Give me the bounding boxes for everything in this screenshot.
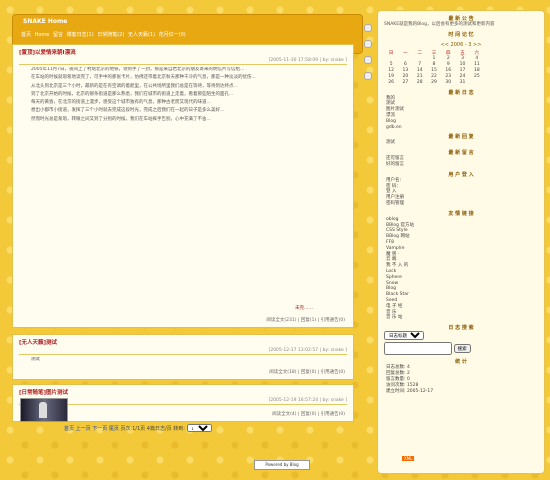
- search-type-select[interactable]: 日志标题: [384, 331, 424, 341]
- nav-item-notes[interactable]: 日常随笔(2): [97, 32, 124, 38]
- post-paragraph: 在车站的时候就匆匆地读完了，可手中的那张卡片，仿佛还带着北京秋天那种干冷的气息，…: [31, 75, 256, 81]
- blog-post: [无人天籁]测试 [2005-12-17 13:02:57 | by: snak…: [12, 334, 354, 380]
- post-paragraph: 到了北京开始的时候，北京的那条街道是那么熟悉，我们在城市的街道上走着，看着那些陌…: [31, 91, 234, 97]
- calendar-day: 27: [402, 80, 409, 86]
- nav-item-blog[interactable]: 博客日志(1): [67, 32, 94, 38]
- decorative-pins: [364, 24, 374, 88]
- pin-icon: [364, 72, 372, 80]
- sidebar: 最 新 公 告 SNAKE就是我的Blog，以后会有更多的测试和更新内容 时 间…: [377, 10, 545, 474]
- search-title: 日 志 搜 索: [448, 325, 474, 332]
- post-meta: [2005-12-17 13:02:57 | by: snake ]: [268, 348, 347, 353]
- user-login-list: 用户名： 密 码： 登 入 用户注册 密码管理: [378, 178, 544, 207]
- pager-prev[interactable]: 上一页: [76, 426, 91, 432]
- search-input[interactable]: [384, 342, 452, 356]
- main-nav: 首页 Home 留言 博客日志(1) 日常随笔(2) 无人天籁(1) 花月红一(…: [21, 31, 188, 38]
- figure-silhouette: [39, 402, 47, 418]
- post-paragraph: 从北头到北京是三个小时，最新的是在有空调的着舱里，在公共场所里我们总是在等待，等…: [31, 83, 238, 89]
- recent-comments-title: 最 新 回 复: [448, 134, 474, 141]
- recent-posts-title: 最 新 日 志: [448, 89, 474, 96]
- post-title[interactable]: [无人天籁]测试: [19, 338, 57, 346]
- links-title: 友 情 链 接: [448, 210, 474, 217]
- post-thumbnail-image[interactable]: [20, 398, 68, 422]
- post-body: 测试: [21, 357, 345, 365]
- friend-link[interactable]: 音 乐 站: [386, 315, 536, 321]
- calendar-day: 26: [388, 80, 394, 86]
- read-more-link[interactable]: 未完……: [295, 305, 313, 311]
- post-paragraph: 测试: [31, 357, 40, 362]
- search-form: 日志标题 搜索: [378, 331, 544, 356]
- xml-feed-badge[interactable]: XML: [402, 456, 415, 461]
- calendar-title: 时 间 记 忆: [448, 31, 474, 38]
- post-paragraph: 想出小都市小街道，发挥了三个小时就去完成这段时光，完成之后我们在一起的日子是多么…: [31, 108, 225, 114]
- site-title[interactable]: SNAKE Home: [23, 18, 67, 25]
- pager-next[interactable]: 下一页: [92, 426, 107, 432]
- post-title[interactable]: [置顶]以爱情来朝I漂流: [19, 48, 76, 56]
- pin-icon: [364, 56, 372, 64]
- calendar-day: [470, 80, 484, 86]
- post-body: 2005年11月7日，夜间上了村站北京的地铁，领到手了一封，那是来自岩北京的朋友…: [21, 67, 345, 301]
- post-meta: [2005-11-30 17:58:09 | by: snake ]: [268, 58, 347, 63]
- password-link[interactable]: 密码管理: [386, 201, 536, 207]
- nav-item-music[interactable]: 无人天籁(1): [128, 32, 155, 38]
- page-wrapper: SNAKE Home 首页 Home 留言 博客日志(1) 日常随笔(2) 无人…: [4, 4, 545, 476]
- announcement-text: SNAKE就是我的Blog，以后会有更多的测试和更新内容: [384, 22, 495, 27]
- announcement-title: 最 新 公 告: [448, 16, 474, 22]
- post-footer[interactable]: 阅读全文(18) | 回复(0) | 引用通告(0): [269, 369, 345, 375]
- post-meta: [2005-12-19 16:57:24 | by: snake ]: [268, 398, 347, 403]
- list-item[interactable]: gdb.en: [386, 125, 536, 131]
- stats-block: 日志总数: 4 回复总数: 2 留言数量: 0 访问次数: 1528 建立时间:…: [378, 365, 544, 395]
- pagination: 首页 上一页 下一页 尾页 页次:1/1页 4篇日志/页 转到: 1: [64, 424, 212, 432]
- calendar-day: 29: [431, 80, 437, 86]
- nav-item-other[interactable]: 花月红一(0): [159, 32, 186, 38]
- pager-info: 页次:1/1页 4篇日志/页 转到:: [120, 426, 185, 432]
- post-paragraph: 2005年11月7日，夜间上了村站北京的地铁，领到手了一封，那是来自岩北京的朋友…: [31, 67, 245, 72]
- nav-item-home-cn[interactable]: 首页: [21, 32, 31, 38]
- stat-created: 建立时间: 2005-12-17: [386, 389, 434, 395]
- post-image-container: [20, 398, 80, 424]
- pager-goto-select[interactable]: 1: [186, 424, 212, 432]
- pin-icon: [364, 24, 372, 32]
- recent-posts-list: 我的 测试 图片测试 漂流 Blog gdb.en: [378, 96, 544, 131]
- calendar-day: 30: [445, 80, 452, 86]
- guestbook-list: 还可留言 好的留言: [378, 156, 544, 168]
- calendar-month[interactable]: << 2006 - 3 >>: [378, 42, 544, 48]
- search-button[interactable]: 搜索: [453, 344, 471, 354]
- nav-item-guestbook[interactable]: 留言: [53, 32, 63, 38]
- calendar-day: 31: [459, 80, 466, 86]
- post-footer[interactable]: 阅读全文(231) | 回复(1) | 引用通告(0): [266, 317, 345, 323]
- pin-icon: [364, 40, 372, 48]
- blog-post: [置顶]以爱情来朝I漂流 [2005-11-30 17:58:09 | by: …: [12, 44, 354, 328]
- list-item[interactable]: 测试: [386, 140, 536, 146]
- list-item[interactable]: 好的留言: [386, 162, 536, 168]
- powered-by-badge[interactable]: Powered by Blog: [254, 460, 310, 470]
- post-paragraph: 然而时光总是匆匆，转眼之间又到了分别的时候，我们在车站挥手告别，心中充满了不舍.…: [31, 116, 211, 122]
- pager-home[interactable]: 首页: [64, 426, 74, 432]
- post-paragraph: 每天的黄昏，在北京的街道上漫步，感受这个城市独有的气息，那种古老而又现代的味道.…: [31, 100, 211, 106]
- links-list: oblog BBlog 官方站 CSS Style BBlog 网站 FF8 V…: [378, 217, 544, 321]
- nav-item-home[interactable]: Home: [35, 32, 50, 38]
- user-login-title: 用 户 登 入: [448, 171, 474, 178]
- post-title[interactable]: [日常随笔]图片测试: [19, 388, 68, 396]
- post-footer[interactable]: 阅读全文(4) | 回复(0) | 引用通告(0): [272, 411, 345, 417]
- calendar-table: 日 一 二 三 四 五 六 1234 5 6 7 8 9 10 11 12 13 14 15 16 1…: [384, 50, 484, 86]
- pager-last[interactable]: 尾页: [109, 426, 119, 432]
- calendar-day: 28: [416, 80, 423, 86]
- recent-comments-list: 测试: [378, 140, 544, 146]
